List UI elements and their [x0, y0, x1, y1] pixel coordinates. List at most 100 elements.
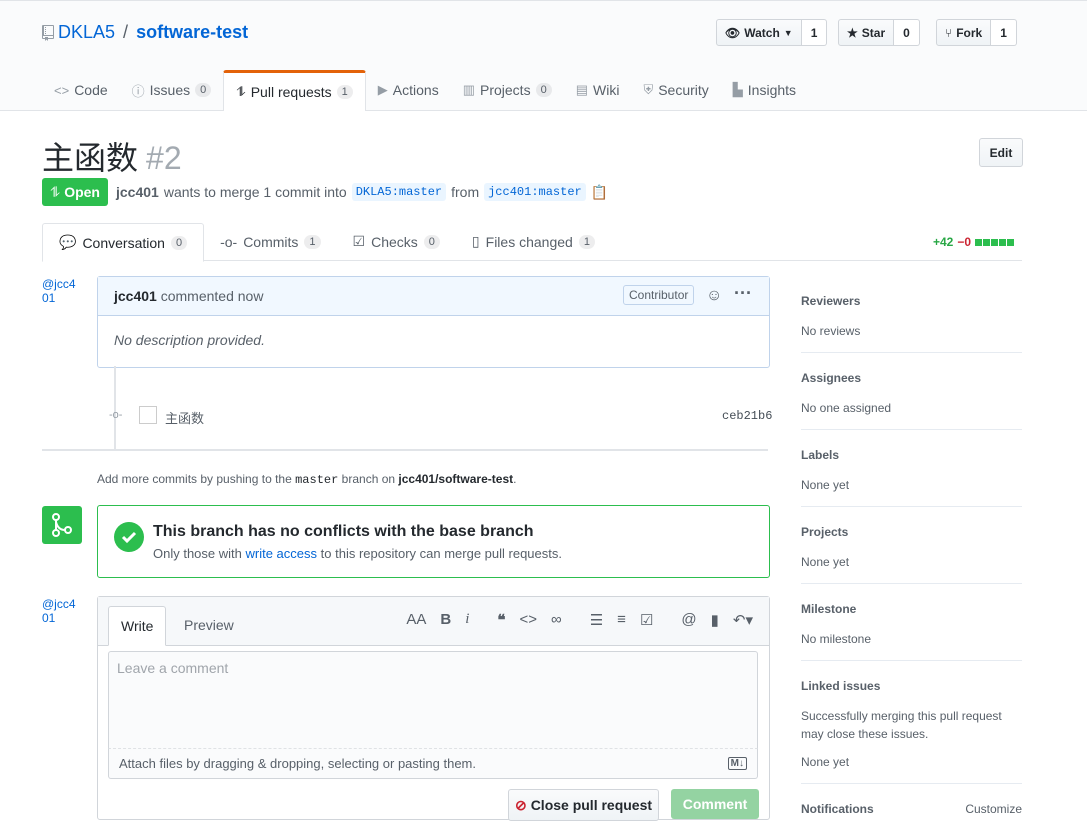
play-icon: ▶ — [377, 82, 388, 97]
issues-counter: 0 — [195, 83, 212, 97]
sidebar-assignees: Assignees No one assigned — [801, 371, 1022, 430]
edit-button[interactable]: Edit — [979, 138, 1023, 167]
tab-checks[interactable]: ☑ Checks 0 — [337, 223, 456, 260]
tab-commits[interactable]: -o- Commits 1 — [204, 223, 336, 260]
comment-textarea[interactable]: Leave a comment — [108, 651, 758, 749]
kebab-horizontal-icon[interactable]: ··· — [734, 283, 752, 304]
caret-down-icon: ▼ — [783, 27, 793, 38]
fork-count[interactable]: 1 — [991, 19, 1017, 46]
watch-button[interactable]: 👁 Watch ▼ — [716, 19, 802, 46]
subtab-label: Files changed — [485, 233, 573, 250]
star-button[interactable]: ★ Star — [838, 19, 895, 46]
tab-wiki[interactable]: ▤ Wiki — [564, 71, 632, 109]
write-access-link[interactable]: write access — [246, 546, 318, 561]
code-icon: <> — [54, 82, 70, 98]
deletions: −0 — [957, 235, 972, 249]
list-unordered-icon[interactable]: ☰ — [590, 611, 603, 629]
tab-label: Security — [658, 82, 709, 98]
repo-owner-link[interactable]: DKLA5 — [58, 22, 115, 43]
git-commit-icon: -o- — [109, 409, 123, 421]
projects-value: None yet — [801, 555, 850, 569]
timeline-line — [114, 366, 116, 450]
comment-box: jcc401 commented now Contributor ☺ ··· N… — [97, 276, 770, 368]
sidebar-linked-issues: Linked issues Successfully merging this … — [801, 679, 1022, 784]
tab-write[interactable]: Write — [108, 606, 167, 646]
subtab-counter: 0 — [170, 235, 188, 250]
avatar[interactable]: @jcc401 — [42, 597, 82, 625]
customize-link[interactable]: Customize — [965, 802, 1022, 816]
tab-code[interactable]: <> Code — [42, 71, 120, 109]
bold-icon[interactable]: B — [440, 611, 451, 629]
commit-sha[interactable]: ceb21b6 — [722, 409, 772, 423]
pr-tabs: 💬 Conversation 0 -o- Commits 1 ☑ Checks 0 ▯ Fil… — [42, 223, 1022, 262]
repo-title: DKLA5 / software-test — [42, 22, 248, 43]
star-label: Star — [861, 25, 886, 40]
tab-label: Insights — [747, 82, 797, 98]
tab-insights[interactable]: ▙ Insights — [721, 71, 808, 109]
clipboard-icon[interactable]: 📋 — [591, 184, 608, 201]
tab-projects[interactable]: ▥ Projects 0 — [451, 71, 564, 109]
issue-closed-icon: ⊘ — [514, 796, 527, 813]
labels-heading[interactable]: Labels — [801, 448, 1022, 462]
smiley-icon[interactable]: ☺ — [706, 287, 722, 305]
timeline-divider — [42, 449, 768, 451]
bookmark-icon[interactable]: ▮ — [711, 611, 719, 629]
pr-counter: 1 — [336, 85, 353, 99]
subtab-label: Checks — [371, 233, 418, 250]
projects-counter: 0 — [535, 83, 552, 97]
italic-icon[interactable]: i — [465, 611, 469, 629]
tab-label: Wiki — [593, 82, 620, 98]
comment-author[interactable]: jcc401 — [114, 288, 157, 304]
comment-button[interactable]: Comment — [671, 789, 759, 819]
base-branch[interactable]: DKLA5:master — [351, 183, 447, 201]
tab-security[interactable]: ⛨ Security — [631, 71, 720, 109]
quote-icon[interactable]: ❝ — [497, 611, 505, 629]
markdown-icon: M↓ — [727, 757, 747, 770]
git-pull-request-icon: ⥮ — [50, 183, 61, 200]
comment-time[interactable]: commented now — [161, 288, 264, 304]
tab-actions[interactable]: ▶ Actions — [366, 71, 451, 109]
avatar[interactable]: @jcc401 — [42, 277, 82, 305]
git-pull-request-icon: ⥮ — [236, 84, 246, 99]
subtab-label: Commits — [243, 233, 299, 250]
tab-conversation[interactable]: 💬 Conversation 0 — [42, 223, 205, 262]
check-icon — [114, 522, 144, 552]
text-size-icon[interactable]: AA — [406, 611, 426, 629]
tab-label: Actions — [392, 82, 439, 98]
fork-button[interactable]: ⑂ Fork — [936, 19, 992, 46]
mention-icon[interactable]: @ — [681, 611, 696, 629]
sidebar-notifications: Notifications Customize — [801, 802, 1022, 816]
star-count[interactable]: 0 — [894, 19, 920, 46]
tab-files-changed[interactable]: ▯ Files changed 1 — [456, 223, 611, 260]
projects-heading[interactable]: Projects — [801, 525, 1022, 539]
close-pull-request-button[interactable]: ⊘ Close pull request — [508, 789, 659, 821]
tab-preview[interactable]: Preview — [172, 606, 246, 644]
state-badge: ⥮ Open — [42, 178, 108, 206]
assignees-heading[interactable]: Assignees — [801, 371, 1022, 385]
head-branch[interactable]: jcc401:master — [484, 183, 586, 201]
pr-number: #2 — [146, 140, 182, 176]
reply-icon[interactable]: ↶▾ — [733, 611, 753, 629]
reviewers-heading[interactable]: Reviewers — [801, 294, 1022, 308]
commit-avatar[interactable] — [139, 406, 157, 424]
author-link[interactable]: jcc401 — [116, 184, 159, 200]
file-diff-icon: ▯ — [471, 233, 480, 249]
watch-label: Watch — [744, 25, 780, 40]
link-icon[interactable]: ∞ — [551, 611, 562, 629]
sidebar-milestone: Milestone No milestone — [801, 602, 1022, 661]
tab-pull-requests[interactable]: ⥮ Pull requests 1 — [223, 70, 366, 111]
tasklist-icon[interactable]: ☑ — [640, 611, 653, 629]
list-ordered-icon[interactable]: ≡ — [617, 611, 626, 629]
linked-issues-value: None yet — [801, 755, 850, 769]
milestone-heading[interactable]: Milestone — [801, 602, 1022, 616]
code-icon[interactable]: <> — [519, 611, 537, 629]
attach-files[interactable]: Attach files by dragging & dropping, sel… — [108, 749, 758, 779]
linked-issues-desc: Successfully merging this pull request m… — [801, 709, 1002, 741]
commit-message[interactable]: 主函数 — [165, 408, 204, 427]
watch-count[interactable]: 1 — [801, 19, 828, 46]
tab-issues[interactable]: ⓘ Issues 0 — [120, 71, 224, 109]
repo-name-link[interactable]: software-test — [136, 22, 248, 43]
repo-header: DKLA5 / software-test 👁 Watch ▼ 1 ★ Star… — [0, 0, 1087, 111]
eye-icon: 👁 — [725, 25, 741, 40]
merge-text: wants to merge 1 commit into — [163, 184, 347, 200]
